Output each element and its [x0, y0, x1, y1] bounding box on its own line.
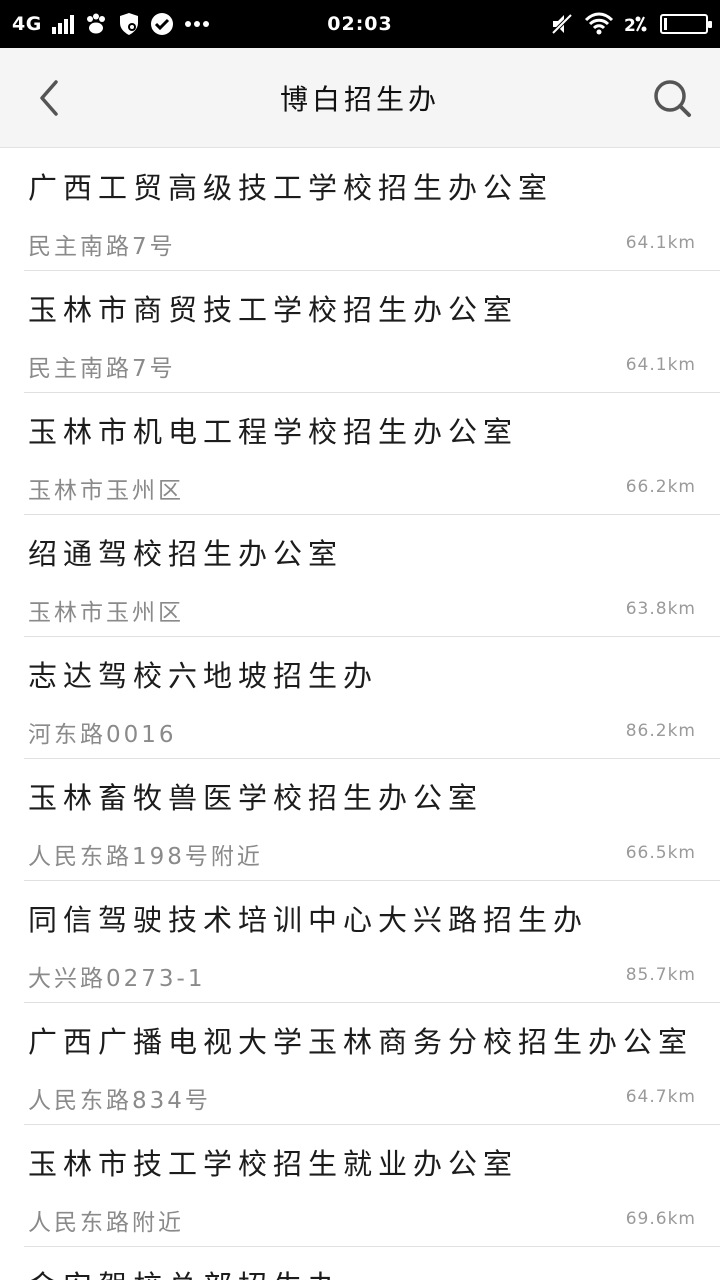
item-distance: 69.6km — [625, 1209, 696, 1229]
item-distance: 63.8km — [625, 599, 696, 619]
item-name: 同信驾驶技术培训中心大兴路招生办 — [28, 903, 589, 937]
item-distance: 86.2km — [625, 721, 696, 741]
list-item[interactable]: 金安驾校总部招生办 — [24, 1247, 720, 1280]
mute-icon — [550, 12, 574, 36]
nav-bar: 博白招生办 — [0, 48, 720, 148]
item-address: 河东路0016 — [28, 722, 177, 748]
item-distance: 85.7km — [625, 965, 696, 985]
item-name: 广西广播电视大学玉林商务分校招生办公室 — [28, 1025, 694, 1059]
item-name: 玉林畜牧兽医学校招生办公室 — [28, 781, 484, 815]
check-circle-icon — [150, 12, 174, 36]
item-address: 人民东路834号 — [28, 1088, 211, 1114]
item-name: 金安驾校总部招生办 — [28, 1263, 343, 1280]
network-type: 4G — [12, 13, 42, 35]
clock: 02:03 — [327, 13, 393, 35]
item-name: 玉林市机电工程学校招生办公室 — [28, 415, 519, 449]
item-address: 人民东路198号附近 — [28, 844, 263, 870]
list-item[interactable]: 志达驾校六地坡招生办 河东路0016 86.2km — [24, 637, 720, 759]
item-address: 大兴路0273-1 — [28, 966, 206, 992]
list-item[interactable]: 玉林市机电工程学校招生办公室 玉林市玉州区 66.2km — [24, 393, 720, 515]
results-list: 广西工贸高级技工学校招生办公室 民主南路7号 64.1km 玉林市商贸技工学校招… — [0, 149, 720, 1280]
svg-text:2: 2 — [624, 16, 636, 35]
baidu-paw-icon — [84, 13, 108, 35]
item-distance: 64.1km — [625, 233, 696, 253]
signal-icon — [51, 14, 74, 34]
list-item[interactable]: 玉林市技工学校招生就业办公室 人民东路附近 69.6km — [24, 1125, 720, 1247]
search-icon[interactable] — [652, 78, 692, 118]
status-bar-left: 4G — [12, 12, 210, 36]
status-bar-right: 2 — [550, 12, 712, 36]
list-item[interactable]: 玉林畜牧兽医学校招生办公室 人民东路198号附近 66.5km — [24, 759, 720, 881]
data-speed-icon: 2 — [624, 13, 650, 35]
item-name: 志达驾校六地坡招生办 — [28, 659, 379, 693]
shield-icon — [118, 12, 140, 36]
item-distance: 66.5km — [625, 843, 696, 863]
item-distance: 64.1km — [625, 355, 696, 375]
item-address: 玉林市玉州区 — [28, 600, 184, 626]
item-address: 民主南路7号 — [28, 234, 176, 260]
item-distance: 64.7km — [625, 1087, 696, 1107]
item-name: 玉林市商贸技工学校招生办公室 — [28, 293, 519, 327]
item-distance: 66.2km — [625, 477, 696, 497]
more-dots-icon — [184, 20, 210, 28]
battery-icon — [660, 14, 712, 34]
list-item[interactable]: 绍通驾校招生办公室 玉林市玉州区 63.8km — [24, 515, 720, 637]
item-name: 绍通驾校招生办公室 — [28, 537, 344, 571]
wifi-icon — [584, 12, 614, 36]
item-name: 广西工贸高级技工学校招生办公室 — [28, 171, 554, 205]
list-item[interactable]: 玉林市商贸技工学校招生办公室 民主南路7号 64.1km — [24, 271, 720, 393]
page-title: 博白招生办 — [279, 82, 440, 116]
item-address: 人民东路附近 — [28, 1210, 184, 1236]
list-item[interactable]: 广西广播电视大学玉林商务分校招生办公室 人民东路834号 64.7km — [24, 1003, 720, 1125]
item-address: 民主南路7号 — [28, 356, 176, 382]
chevron-left-icon[interactable] — [30, 78, 70, 118]
item-name: 玉林市技工学校招生就业办公室 — [28, 1147, 519, 1181]
status-bar: 4G 02:03 2 — [0, 0, 720, 48]
list-item[interactable]: 同信驾驶技术培训中心大兴路招生办 大兴路0273-1 85.7km — [24, 881, 720, 1003]
list-item[interactable]: 广西工贸高级技工学校招生办公室 民主南路7号 64.1km — [24, 149, 720, 271]
item-address: 玉林市玉州区 — [28, 478, 184, 504]
